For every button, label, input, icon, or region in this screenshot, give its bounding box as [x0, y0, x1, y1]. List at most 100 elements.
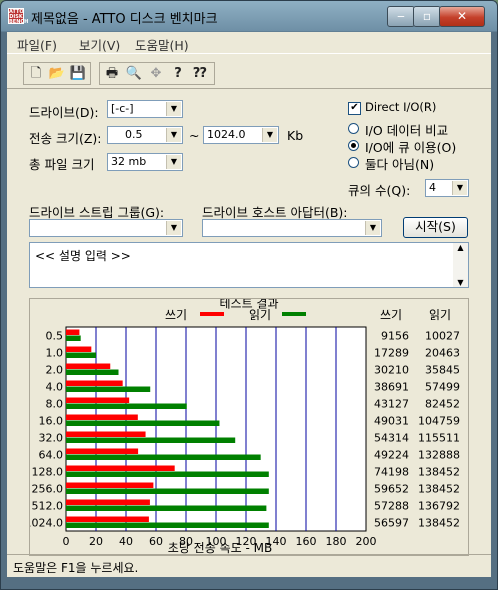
context-help-icon[interactable]: ⁇ — [190, 64, 210, 83]
write-value: 54314 — [374, 432, 409, 445]
x-tick-label: 0 — [63, 535, 70, 548]
read-bar — [66, 369, 119, 375]
toolbar: 🗋 📂 💾 🖶 🔍 ✥ ? ⁇ — [7, 53, 491, 89]
write-value: 9156 — [381, 330, 409, 343]
chevron-down-icon[interactable]: ▼ — [452, 181, 467, 195]
column-header-read: 읽기 — [429, 308, 451, 322]
read-bar — [66, 454, 261, 460]
chevron-down-icon[interactable]: ▼ — [262, 128, 277, 142]
client-area: 파일(F) 보기(V) 도움말(H) 🗋 📂 💾 🖶 🔍 ✥ ? ⁇ 드라이브(… — [7, 32, 491, 577]
read-value: 138452 — [418, 466, 460, 479]
read-bar — [66, 335, 81, 341]
title-bar[interactable]: ATTO DISK BENCH 제목없음 - ATTO 디스크 벤치마크 ‒ ▫ ✕ — [1, 1, 497, 31]
legend-read-label: 읽기 — [249, 308, 271, 322]
read-bar — [66, 420, 220, 426]
menu-file[interactable]: 파일(F) — [17, 35, 57, 54]
read-value: 82452 — [425, 398, 460, 411]
y-tick-label: 128.0 — [32, 466, 64, 479]
description-textarea[interactable]: << 설명 입력 >> ▲ ▼ — [29, 242, 469, 288]
direct-io-checkbox[interactable]: ✔ — [348, 102, 361, 115]
description-scrollbar[interactable]: ▲ ▼ — [453, 243, 468, 287]
read-value: 138452 — [418, 483, 460, 496]
radio-compare[interactable] — [348, 123, 359, 134]
y-tick-label: 1.0 — [46, 347, 64, 360]
menu-help[interactable]: 도움말(H) — [135, 35, 189, 54]
x-tick-label: 200 — [356, 535, 377, 548]
scroll-up-icon[interactable]: ▲ — [453, 243, 468, 252]
range-tilde: ~ — [189, 128, 200, 143]
read-bar — [66, 352, 96, 358]
radio-overlapped[interactable] — [348, 140, 359, 151]
total-length-select[interactable]: 32 mb ▼ — [107, 153, 183, 171]
read-value: 138452 — [418, 517, 460, 530]
y-tick-label: 256.0 — [32, 483, 64, 496]
write-value: 38691 — [374, 381, 409, 394]
read-bar — [66, 522, 269, 528]
write-bar — [66, 397, 130, 403]
print-icon[interactable]: 🖶 — [102, 64, 122, 83]
transfer-from-select[interactable]: 0.5 ▼ — [107, 126, 183, 144]
legend-read-swatch — [282, 312, 306, 316]
scroll-down-icon[interactable]: ▼ — [453, 278, 468, 287]
drive-label: 드라이브(D): — [29, 105, 99, 120]
unit-label: Kb — [287, 128, 304, 143]
status-text: 도움말은 F1을 누르세요. — [13, 561, 139, 575]
description-text: << 설명 입력 >> — [35, 249, 131, 263]
chevron-down-icon[interactable]: ▼ — [166, 102, 181, 116]
move-icon[interactable]: ✥ — [146, 64, 166, 83]
transfer-size-label: 전송 크기(Z): — [29, 131, 102, 146]
legend-write-swatch — [200, 312, 224, 316]
chevron-down-icon[interactable]: ▼ — [166, 155, 181, 169]
minimize-button[interactable]: ‒ — [387, 6, 415, 27]
open-folder-icon[interactable]: 📂 — [47, 64, 67, 83]
y-tick-label: 8.0 — [46, 398, 64, 411]
chevron-down-icon[interactable]: ▼ — [365, 221, 380, 235]
read-bar — [66, 505, 267, 511]
transfer-from-value: 0.5 — [125, 128, 143, 141]
write-value: 17289 — [374, 347, 409, 360]
queue-depth-label: 큐의 수(Q): — [348, 183, 411, 198]
write-value: 56597 — [374, 517, 409, 530]
write-value: 49224 — [374, 449, 409, 462]
chevron-down-icon[interactable]: ▼ — [166, 221, 181, 235]
queue-depth-select[interactable]: 4 ▼ — [425, 179, 469, 197]
toolbar-group-file: 🗋 📂 💾 — [23, 62, 91, 85]
close-button[interactable]: ✕ — [439, 6, 485, 27]
chevron-down-icon[interactable]: ▼ — [166, 128, 181, 142]
read-value: 115511 — [418, 432, 460, 445]
x-tick-label: 180 — [326, 535, 347, 548]
help-icon[interactable]: ? — [168, 64, 188, 83]
print-preview-icon[interactable]: 🔍 — [124, 64, 144, 83]
host-adapter-select[interactable]: ▼ — [202, 219, 382, 237]
start-button[interactable]: 시작(S) — [403, 217, 468, 238]
read-value: 104759 — [418, 415, 460, 428]
radio-neither-label: 둘다 아님(N) — [365, 157, 435, 172]
radio-neither[interactable] — [348, 157, 359, 168]
total-length-value: 32 mb — [111, 155, 147, 168]
y-tick-label: 1024.0 — [30, 517, 63, 530]
read-bar — [66, 488, 269, 494]
drive-select[interactable]: [-c-] ▼ — [107, 100, 183, 118]
x-tick-label: 60 — [149, 535, 163, 548]
save-icon[interactable]: 💾 — [68, 64, 88, 83]
transfer-to-value: 1024.0 — [207, 128, 246, 141]
write-bar — [66, 465, 175, 471]
menu-view[interactable]: 보기(V) — [79, 35, 120, 54]
y-tick-label: 32.0 — [39, 432, 64, 445]
read-bar — [66, 471, 269, 477]
column-header-write: 쓰기 — [380, 308, 402, 322]
write-bar — [66, 363, 111, 369]
read-bar — [66, 386, 151, 392]
read-value: 20463 — [425, 347, 460, 360]
legend-write-label: 쓰기 — [165, 308, 187, 322]
new-file-icon[interactable]: 🗋 — [26, 64, 46, 83]
transfer-to-select[interactable]: 1024.0 ▼ — [203, 126, 279, 144]
write-bar — [66, 329, 80, 335]
y-tick-label: 0.5 — [46, 330, 64, 343]
atto-app-icon[interactable]: ATTO DISK BENCH — [8, 8, 28, 25]
maximize-button[interactable]: ▫ — [413, 6, 441, 27]
stripe-group-select[interactable]: ▼ — [29, 219, 183, 237]
read-value: 35845 — [425, 364, 460, 377]
write-bar — [66, 499, 150, 505]
window-title: 제목없음 - ATTO 디스크 벤치마크 — [31, 12, 218, 27]
